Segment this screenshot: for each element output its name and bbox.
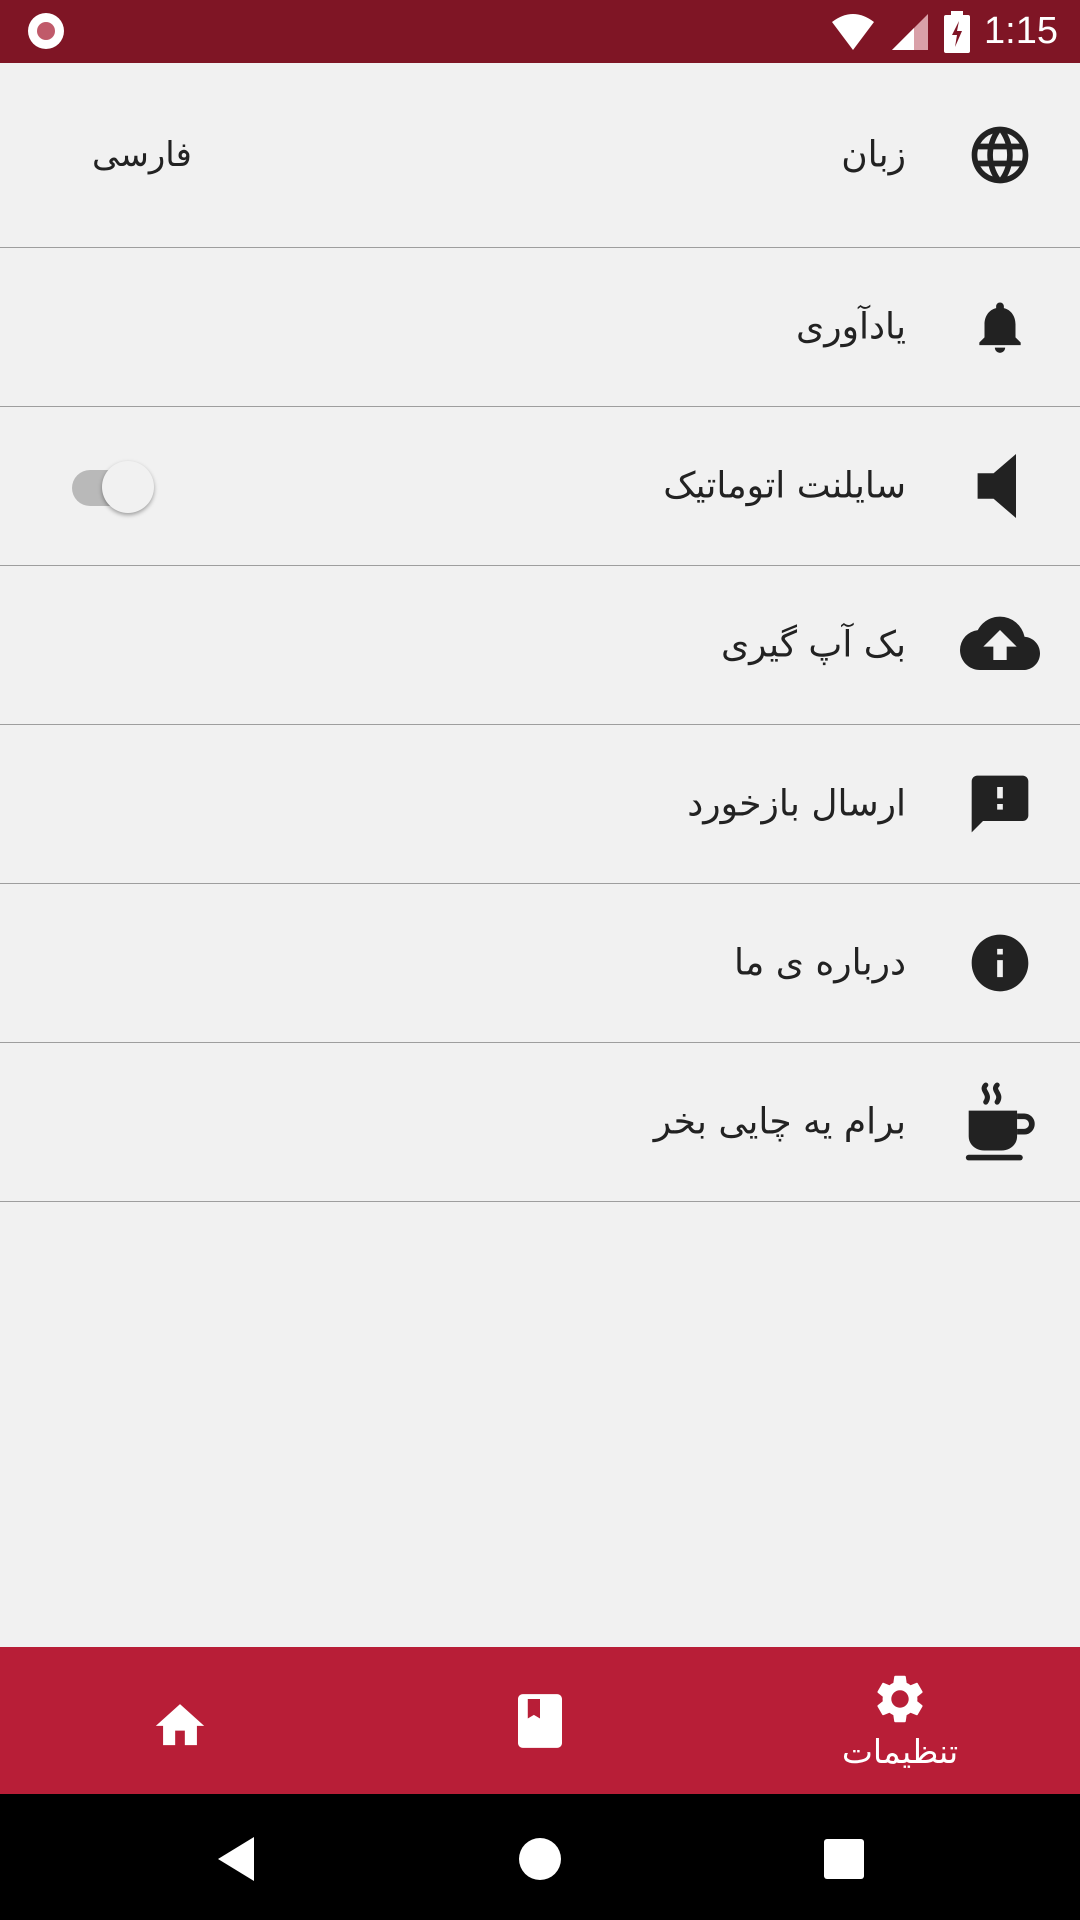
cloud-upload-icon [960,605,1040,685]
settings-item-label: ارسال بازخورد [687,783,906,825]
square-icon [824,1839,864,1879]
feedback-icon [960,764,1040,844]
nav-book[interactable] [480,1647,600,1794]
settings-item-label: یادآوری [796,306,906,348]
home-icon [155,1703,205,1745]
settings-item-about[interactable]: درباره ی ما [0,884,1080,1043]
nav-settings-label: تنظیمات [841,1732,959,1771]
coffee-icon [960,1082,1040,1162]
settings-item-reminder[interactable]: یادآوری [0,248,1080,407]
system-nav-bar [0,1794,1080,1920]
circle-icon [519,1838,561,1880]
settings-item-label: زبان [841,134,906,176]
globe-icon [960,115,1040,195]
back-icon [218,1837,254,1881]
auto-silent-toggle[interactable] [72,458,154,514]
signal-icon [892,13,929,50]
toggle-thumb [102,461,154,513]
settings-list: زبان فارسی یادآوری سایلنت اتوماتیک بک آپ… [0,63,1080,1202]
status-bar: 1:15 [0,0,1080,63]
status-time: 1:15 [984,10,1058,52]
nav-home[interactable] [120,1647,240,1794]
settings-item-backup[interactable]: بک آپ گیری [0,566,1080,725]
volume-mute-icon [960,446,1040,526]
settings-item-label: بک آپ گیری [720,624,906,666]
back-button[interactable] [206,1829,266,1889]
wifi-icon [832,13,875,50]
bottom-nav: تنظیمات [0,1647,1080,1794]
settings-item-label: سایلنت اتوماتیک [663,465,906,507]
settings-item-feedback[interactable]: ارسال بازخورد [0,725,1080,884]
book-icon [518,1693,562,1748]
language-value: فارسی [92,135,192,175]
recents-button[interactable] [814,1829,874,1889]
battery-charging-icon [944,10,971,53]
settings-item-language[interactable]: زبان فارسی [0,63,1080,248]
settings-item-label: درباره ی ما [734,942,906,984]
settings-item-auto-silent[interactable]: سایلنت اتوماتیک [0,407,1080,566]
gear-icon [877,1675,923,1723]
bell-icon [960,287,1040,367]
info-icon [960,923,1040,1003]
settings-item-label: برام یه چایی بخر [653,1101,906,1143]
nav-settings[interactable]: تنظیمات [820,1647,980,1794]
record-icon [28,13,64,49]
home-nav-button[interactable] [510,1829,570,1889]
settings-item-donate[interactable]: برام یه چایی بخر [0,1043,1080,1202]
